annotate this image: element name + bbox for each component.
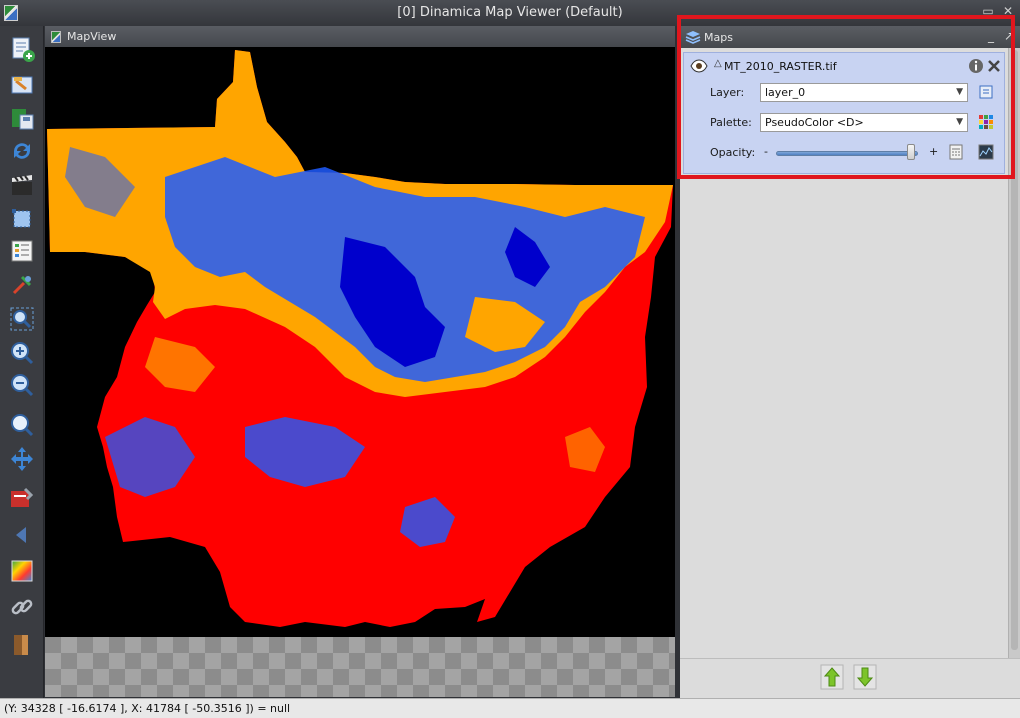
zoom-in-icon[interactable] — [6, 338, 38, 368]
exit-icon[interactable] — [6, 630, 38, 660]
save-map-icon[interactable] — [6, 104, 38, 134]
maps-panel-footer — [680, 658, 1020, 698]
tools-icon[interactable] — [6, 482, 38, 512]
map-canvas[interactable] — [45, 47, 675, 637]
zoom-extent-icon[interactable] — [6, 304, 38, 334]
pick-color-icon[interactable] — [6, 270, 38, 300]
toolbar — [0, 26, 44, 698]
cursor-coordinates: (Y: 34328 [ -16.6174 ], X: 41784 [ -50.3… — [4, 702, 291, 715]
zoom-window-icon[interactable] — [6, 410, 38, 440]
map-icon — [51, 31, 61, 43]
mapview-title: MapView — [67, 30, 117, 43]
legend-icon[interactable] — [6, 236, 38, 266]
link-icon[interactable] — [6, 592, 38, 622]
move-down-icon[interactable] — [853, 664, 877, 690]
palette-icon[interactable] — [6, 556, 38, 586]
raster-map — [47, 50, 673, 627]
clapperboard-icon[interactable] — [6, 170, 38, 200]
select-area-icon[interactable] — [6, 204, 38, 234]
add-map-icon[interactable] — [6, 34, 38, 64]
highlight-box — [677, 15, 1015, 179]
map-background-checker — [45, 637, 675, 697]
mapview-header: MapView — [45, 26, 675, 47]
zoom-out-icon[interactable] — [6, 370, 38, 400]
back-icon[interactable] — [6, 520, 38, 550]
status-bar: (Y: 34328 [ -16.6174 ], X: 41784 [ -50.3… — [0, 698, 1020, 718]
refresh-icon[interactable] — [6, 136, 38, 166]
edit-map-icon[interactable] — [6, 70, 38, 100]
pan-icon[interactable] — [6, 444, 38, 474]
move-up-icon[interactable] — [820, 664, 844, 690]
